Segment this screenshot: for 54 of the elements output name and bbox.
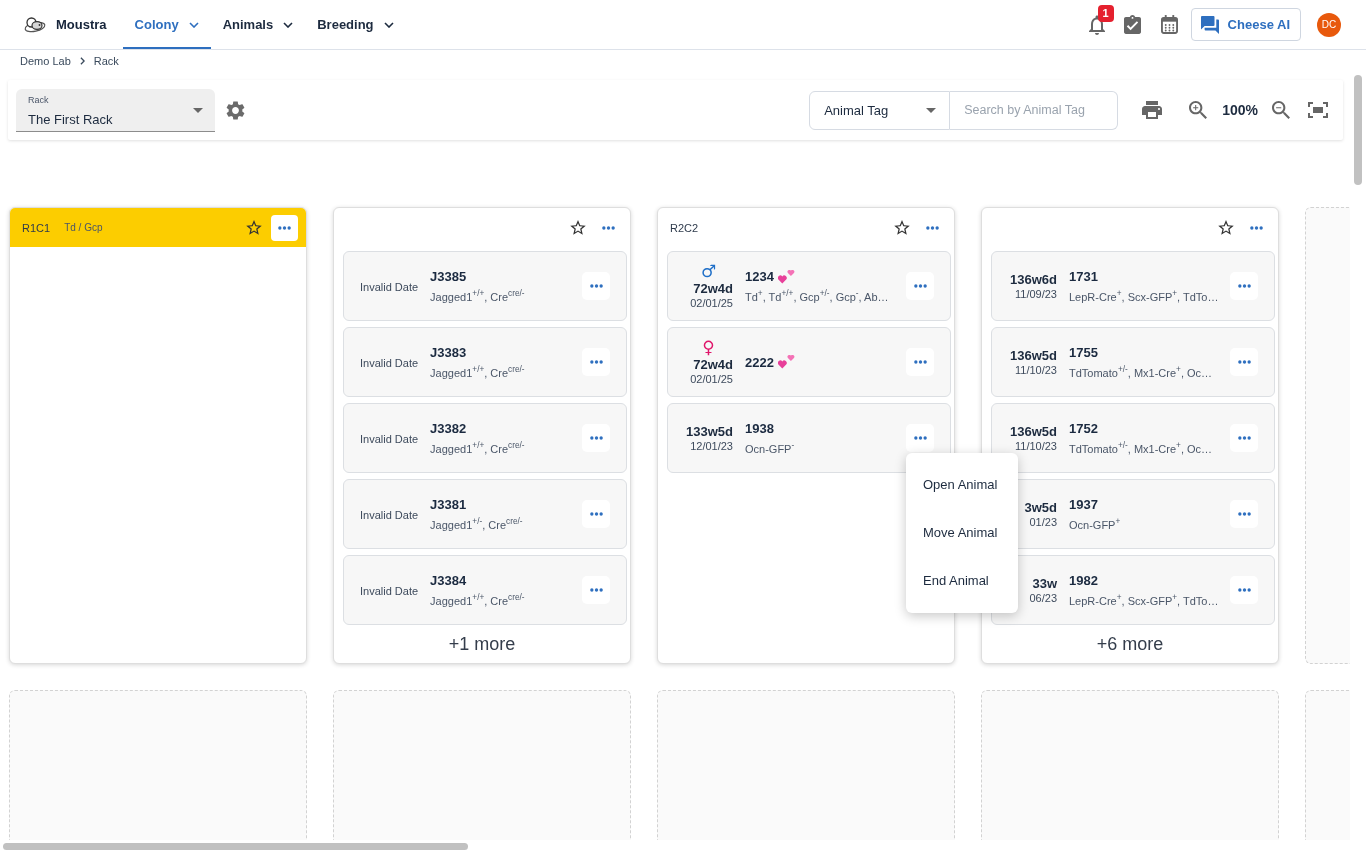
animal-tag: 1755: [1069, 345, 1098, 360]
animal-age: 136w5d: [1010, 348, 1057, 363]
birth-date: 02/01/25: [690, 297, 733, 309]
animal-tag: J3384: [430, 573, 467, 588]
birth-date: Invalid Date: [360, 508, 419, 521]
animal-age: 133w5d: [686, 424, 733, 439]
animal-age: 136w6d: [1010, 272, 1057, 287]
animal-tag: 1234: [745, 269, 774, 284]
birth-date: Invalid Date: [360, 584, 419, 597]
birth-date: 12/01/23: [690, 440, 733, 452]
animal-tag: 1982: [1069, 573, 1098, 588]
animal-tag: J3383: [430, 345, 467, 360]
birth-date: 06/23: [1029, 592, 1057, 604]
zoom-level-text: 100%: [1222, 102, 1258, 118]
birth-date: 02/01/25: [690, 373, 733, 385]
genotype-text: LepR-Cre$^{+}$, Scx-GFP$^{+}$, TdTo…: [1069, 595, 1220, 607]
birth-date: Invalid Date: [360, 280, 419, 293]
genotype-text: Jagged1$^{+/+}$, Cre$^{cre/-}$: [430, 443, 526, 455]
animal-tag: 1938: [745, 421, 774, 436]
animal-tag: J3381: [430, 497, 467, 512]
genotype-text: Ocn-GFP$^{-}$: [745, 443, 796, 455]
app-name: Moustra: [56, 17, 107, 32]
animal-tag: J3382: [430, 421, 467, 436]
animal-age: 33w: [1032, 576, 1057, 591]
animal-tag: 1731: [1069, 269, 1098, 284]
notification-badge: 1: [1097, 4, 1114, 22]
cage-label: R1C1: [22, 221, 51, 234]
birth-date: 11/10/23: [1015, 364, 1057, 376]
genotype-text: Jagged1$^{+/-}$, Cre$^{cre/-}$: [430, 519, 524, 531]
sex-symbol: ♂: [700, 263, 717, 280]
breadcrumb-current: Rack: [93, 55, 119, 67]
genotype-text: Ocn-GFP$^{+}$: [1069, 519, 1122, 531]
genotype-text: Jagged1$^{+/+}$, Cre$^{cre/-}$: [430, 291, 526, 303]
animal-age: 72w4d: [693, 281, 733, 296]
birth-date: Invalid Date: [360, 432, 419, 445]
birth-date: 01/23: [1029, 516, 1057, 528]
birth-date: 11/09/23: [1015, 288, 1057, 300]
animal-age: 72w4d: [693, 357, 733, 372]
animal-tag: 1937: [1069, 497, 1098, 512]
genotype-text: TdTomato$^{+/-}$, Mx1-Cre$^{+}$, Oc…: [1069, 367, 1214, 379]
cage-subtitle: Td / Gcp: [64, 222, 103, 233]
birth-date: Invalid Date: [360, 356, 419, 369]
animal-tag: J3385: [430, 269, 467, 284]
animal-tag: 1752: [1069, 421, 1098, 436]
animal-tag: 2222: [745, 354, 774, 370]
genotype-text: Td$^{+}$, Td$^{+/+}$, Gcp$^{+/-}$, Gcp$^{-}$, Ab…: [745, 291, 890, 303]
genotype-text: TdTomato$^{+/-}$, Mx1-Cre$^{+}$, Oc…: [1069, 443, 1214, 455]
genotype-text: LepR-Cre$^{+}$, Scx-GFP$^{+}$, TdTo…: [1069, 291, 1220, 303]
genotype-text: Jagged1$^{+/+}$, Cre$^{cre/-}$: [430, 595, 526, 607]
animal-age: 3w5d: [1024, 500, 1057, 515]
genotype-text: Jagged1$^{+/+}$, Cre$^{cre/-}$: [430, 367, 526, 379]
birth-date: 11/10/23: [1015, 440, 1057, 452]
cage-label: R2C2: [670, 221, 699, 234]
sex-symbol: ♀: [702, 339, 715, 356]
